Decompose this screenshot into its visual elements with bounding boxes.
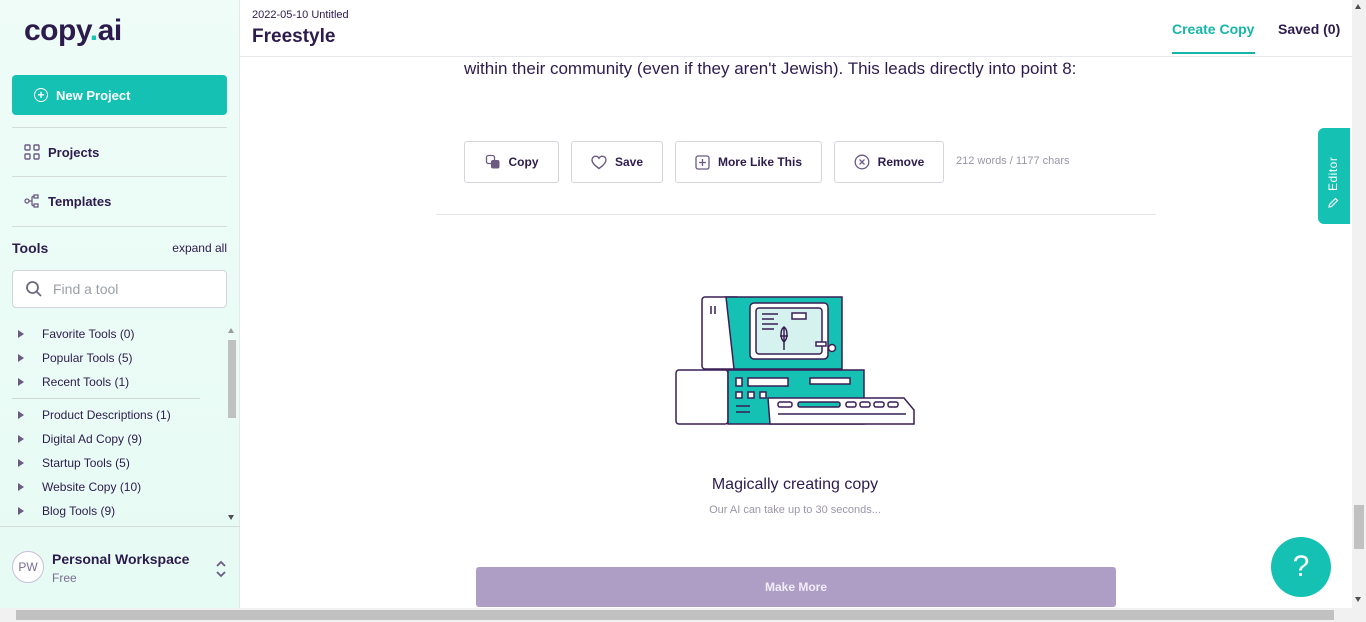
new-project-button[interactable]: + New Project — [12, 75, 227, 115]
active-tab-indicator — [1172, 52, 1255, 54]
tab-create-copy[interactable]: Create Copy — [1172, 21, 1254, 37]
retro-computer-illustration — [675, 296, 915, 425]
tool-group-favorite[interactable]: Favorite Tools (0) — [12, 322, 225, 346]
grid-icon — [24, 144, 40, 160]
copy-icon — [485, 154, 499, 169]
nav-templates[interactable]: Templates — [24, 193, 111, 209]
remove-button[interactable]: Remove — [834, 141, 944, 183]
tool-search-box[interactable] — [12, 270, 227, 308]
divider — [12, 176, 227, 177]
tool-search-input[interactable] — [53, 281, 213, 297]
divider — [12, 226, 227, 227]
search-icon — [26, 281, 42, 297]
tool-list-divider — [12, 398, 200, 399]
sidebar: copy.ai + New Project Projects Templates… — [0, 0, 240, 608]
workspace-plan: Free — [52, 571, 77, 585]
generated-copy-text: within their community (even if they are… — [464, 59, 1077, 78]
tool-list-scroll-up[interactable] — [228, 328, 234, 333]
expand-all-link[interactable]: expand all — [172, 241, 227, 255]
more-like-this-button[interactable]: More Like This — [675, 141, 822, 183]
tool-group-label: Popular Tools (5) — [42, 351, 133, 365]
tool-group-label: Digital Ad Copy (9) — [42, 432, 143, 446]
tool-group-recent[interactable]: Recent Tools (1) — [12, 370, 225, 394]
loading-title: Magically creating copy — [711, 476, 879, 493]
pencil-icon — [1328, 197, 1339, 208]
remove-label: Remove — [877, 155, 925, 169]
editor-tab-label: Editor — [1326, 157, 1340, 208]
nav-templates-label: Templates — [48, 193, 112, 209]
page-horizontal-scroll-thumb[interactable] — [16, 610, 1334, 620]
tool-list-scrollbar[interactable] — [228, 340, 236, 418]
heart-icon — [591, 154, 607, 169]
header: 2022-05-10 Untitled Freestyle Create Cop… — [240, 0, 1352, 57]
tool-group-label: Product Descriptions (1) — [42, 408, 171, 422]
tab-saved[interactable]: Saved (0) — [1278, 21, 1340, 37]
divider — [12, 127, 227, 128]
page-scroll-up[interactable] — [1355, 4, 1361, 9]
workspace-name: Personal Workspace — [52, 551, 190, 567]
caret-right-icon — [18, 411, 24, 419]
nav-projects-label: Projects — [48, 144, 100, 160]
workspace-switcher[interactable]: PW Personal Workspace Free — [0, 526, 240, 608]
chevron-up-down-icon[interactable] — [214, 559, 228, 579]
tool-group-label: Recent Tools (1) — [42, 375, 130, 389]
nav-projects[interactable]: Projects — [24, 144, 99, 160]
caret-right-icon — [18, 354, 24, 362]
tool-group-label: Startup Tools (5) — [42, 456, 130, 470]
tool-group-label: Favorite Tools (0) — [42, 327, 135, 341]
editor-tab[interactable]: Editor — [1318, 128, 1350, 224]
caret-right-icon — [18, 459, 24, 467]
tool-group-product-descriptions[interactable]: Product Descriptions (1) — [12, 403, 225, 427]
tools-title: Tools — [12, 240, 49, 256]
save-label: Save — [614, 155, 644, 169]
caret-right-icon — [18, 435, 24, 443]
tool-group-popular[interactable]: Popular Tools (5) — [12, 346, 225, 370]
plus-circle-icon: + — [34, 88, 48, 102]
caret-right-icon — [18, 330, 24, 338]
avatar: PW — [12, 551, 44, 583]
save-button[interactable]: Save — [571, 141, 663, 183]
templates-icon — [24, 194, 39, 208]
page-vertical-scroll-thumb[interactable] — [1354, 505, 1364, 549]
copy-label: Copy — [508, 155, 539, 169]
word-char-count: 212 words / 1177 chars — [956, 155, 1070, 167]
page-scroll-down[interactable] — [1355, 597, 1361, 602]
plus-square-icon — [695, 154, 710, 170]
tools-header: Tools expand all — [12, 240, 227, 256]
help-button[interactable]: ? — [1271, 537, 1331, 597]
divider — [436, 214, 1156, 215]
make-more-button[interactable]: Make More — [476, 567, 1116, 607]
new-project-label: New Project — [56, 87, 131, 103]
caret-right-icon — [18, 378, 24, 386]
tool-group-startup-tools[interactable]: Startup Tools (5) — [12, 451, 225, 475]
document-date: 2022-05-10 Untitled — [252, 9, 349, 21]
copyai-logo[interactable]: copy.ai — [24, 14, 122, 48]
tool-group-digital-ad-copy[interactable]: Digital Ad Copy (9) — [12, 427, 225, 451]
loading-subtitle: Our AI can take up to 30 seconds... — [709, 504, 881, 516]
page-title: Freestyle — [252, 26, 336, 47]
more-like-this-label: More Like This — [717, 155, 803, 169]
copy-button[interactable]: Copy — [464, 141, 559, 183]
close-circle-icon — [854, 154, 870, 170]
